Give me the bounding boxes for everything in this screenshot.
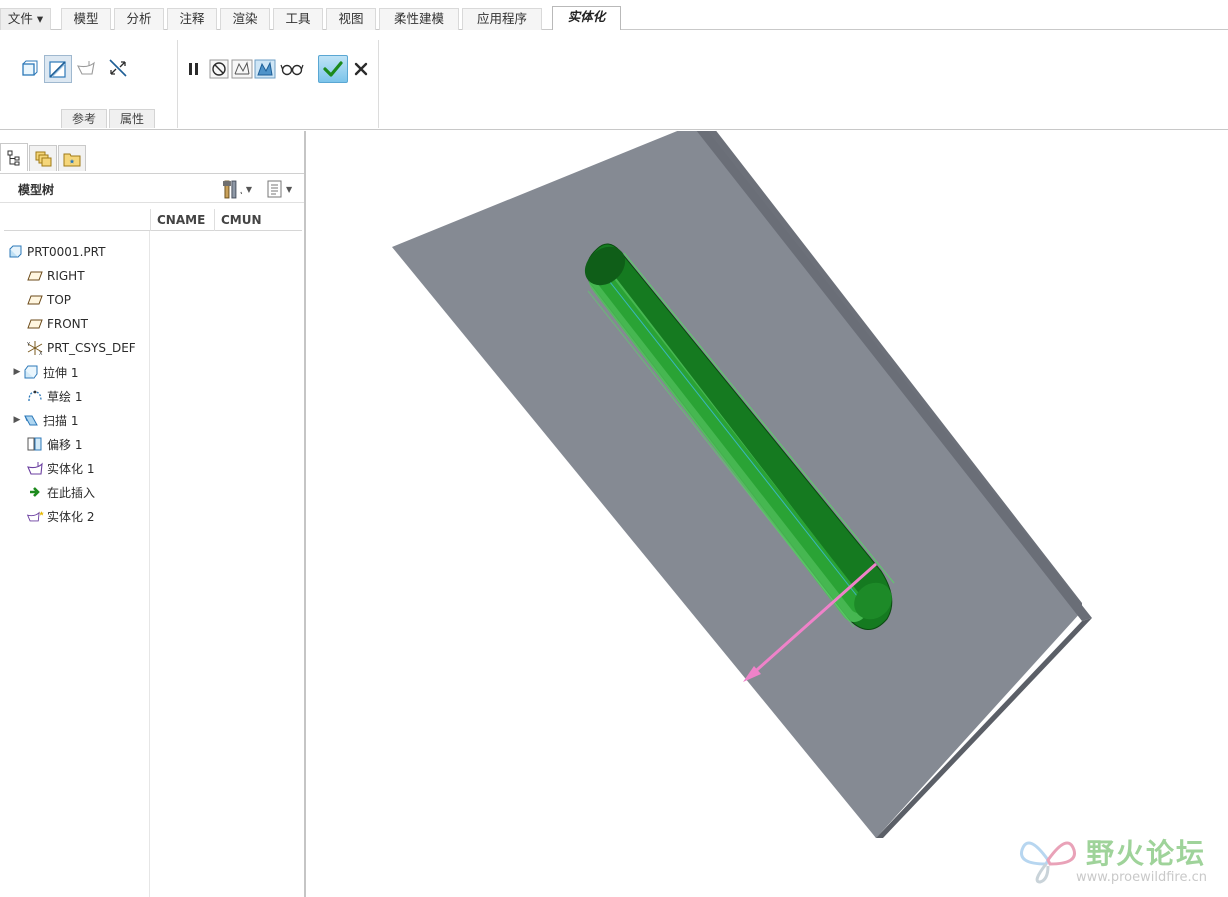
tree-item-label: 拉伸 1 <box>43 365 79 380</box>
svg-text:X: X <box>39 351 43 356</box>
model-3d-view[interactable] <box>306 131 1228 897</box>
model-tree-icon <box>7 150 20 165</box>
tab-tools[interactable]: 工具 <box>273 8 323 30</box>
tree-item[interactable]: 实体化 2 <box>26 506 174 526</box>
ribbon-separator <box>378 40 379 128</box>
tree-item[interactable]: 实体化 1 <box>26 458 174 478</box>
sketch-icon <box>26 388 44 404</box>
ribbon-separator <box>177 40 178 128</box>
watermark-title: 野火论坛 <box>1086 837 1207 870</box>
tree-item[interactable]: Y X PRT_CSYS_DEF <box>26 338 174 358</box>
tree-item-label: PRT_CSYS_DEF <box>47 341 136 355</box>
datum-plane-icon <box>26 292 44 308</box>
tab-analysis[interactable]: 分析 <box>114 8 164 30</box>
close-icon <box>354 62 368 76</box>
tab-applications[interactable]: 应用程序 <box>462 8 542 30</box>
tools-icon <box>222 180 243 199</box>
tab-flexible-modeling[interactable]: 柔性建模 <box>379 8 459 30</box>
expand-arrow-icon[interactable]: ▶ <box>12 367 22 377</box>
tab-view[interactable]: 视图 <box>326 8 376 30</box>
sweep-icon <box>22 412 40 428</box>
tree-item[interactable]: PRT0001.PRT <box>6 242 154 262</box>
tree-item[interactable]: TOP <box>26 290 174 310</box>
tree-item-label: 偏移 1 <box>47 437 83 452</box>
folder-star-icon <box>63 153 81 166</box>
list-icon <box>267 180 282 198</box>
tree-item-label: 实体化 1 <box>47 461 95 476</box>
column-cname[interactable]: CNAME <box>150 209 214 231</box>
insert-here-arrow-icon <box>26 484 44 500</box>
expand-arrow-icon[interactable]: ▶ <box>12 415 22 425</box>
tree-item[interactable]: RIGHT <box>26 266 174 286</box>
cancel-button[interactable] <box>351 58 371 80</box>
ribbon-tab-bar: 文件 ▾ 模型 分析 注释 渲染 工具 视图 柔性建模 应用程序 实体化 <box>0 0 1228 31</box>
flip-direction-icon[interactable] <box>106 56 130 80</box>
tree-column-header: CNAME CMUN <box>4 209 302 231</box>
tree-item[interactable]: ▶ 拉伸 1 <box>12 362 160 382</box>
tree-item-label: RIGHT <box>47 269 85 283</box>
preview-geometry-icon[interactable] <box>230 57 254 81</box>
tree-item-label: 草绘 1 <box>47 389 83 404</box>
tree-item-label: TOP <box>47 293 72 307</box>
checkmark-icon <box>323 61 343 77</box>
no-preview-icon[interactable] <box>207 57 231 81</box>
model-tree-panel: 模型树 ▼ ▼ CNAME CMUN PRT0001.PRT RIGHT TOP FR… <box>0 131 306 897</box>
tab-layers[interactable] <box>29 145 57 171</box>
tree-item-label: 在此插入 <box>47 485 96 500</box>
solid-volume-icon[interactable] <box>17 57 41 81</box>
tree-item[interactable]: 草绘 1 <box>26 386 174 406</box>
csys-icon: YX <box>26 340 44 356</box>
tree-item-label: PRT0001.PRT <box>27 245 106 259</box>
tab-model[interactable]: 模型 <box>61 8 111 30</box>
solidify-icon <box>26 460 44 476</box>
tree-item[interactable]: FRONT <box>26 314 174 334</box>
solidify-active-icon <box>26 508 44 524</box>
tree-item-label: FRONT <box>47 317 88 331</box>
tab-annotate[interactable]: 注释 <box>167 8 217 30</box>
butterfly-logo-icon <box>1020 841 1076 884</box>
tab-folder-browser[interactable] <box>58 145 86 171</box>
model-tree-title: 模型树 <box>18 183 55 197</box>
model-tree-header: 模型树 ▼ ▼ <box>0 173 304 203</box>
datum-plane-icon <box>26 268 44 284</box>
tree-item[interactable]: 在此插入 <box>26 482 174 502</box>
tab-render[interactable]: 渲染 <box>220 8 270 30</box>
ok-button[interactable] <box>318 55 348 83</box>
datum-plane-icon <box>26 316 44 332</box>
offset-icon <box>26 436 44 452</box>
extrude-icon <box>22 364 40 380</box>
watermark-url: www.proewildfire.cn <box>1076 870 1207 885</box>
column-cmun[interactable]: CMUN <box>214 209 302 231</box>
tree-item[interactable]: 偏移 1 <box>26 434 174 454</box>
tree-item-label: 扫描 1 <box>43 413 79 428</box>
solidify-remove-material-icon[interactable] <box>44 55 72 83</box>
patch-surface-icon[interactable] <box>74 57 98 81</box>
layers-icon <box>35 151 52 166</box>
tab-file[interactable]: 文件 ▾ <box>0 8 51 30</box>
tree-settings-button[interactable]: ▼ <box>222 179 252 199</box>
sub-tab-properties[interactable]: 属性 <box>109 109 155 128</box>
glasses-preview-icon[interactable] <box>279 57 305 81</box>
forum-watermark: 野火论坛 www.proewildfire.cn <box>1016 830 1226 892</box>
tree-item[interactable]: ▶ 扫描 1 <box>12 410 160 430</box>
tree-show-button[interactable]: ▼ <box>266 179 300 199</box>
graphics-window[interactable] <box>306 131 1228 897</box>
sub-tab-references[interactable]: 参考 <box>61 109 107 128</box>
tree-item-label: 实体化 2 <box>47 509 95 524</box>
verify-mode-icon[interactable] <box>253 57 277 81</box>
solidify-dashboard: 参考 属性 <box>0 30 1228 130</box>
part-icon <box>6 244 24 260</box>
tab-solidify[interactable]: 实体化 <box>552 6 621 31</box>
pause-icon[interactable] <box>182 57 206 81</box>
tab-model-tree[interactable] <box>0 143 28 171</box>
